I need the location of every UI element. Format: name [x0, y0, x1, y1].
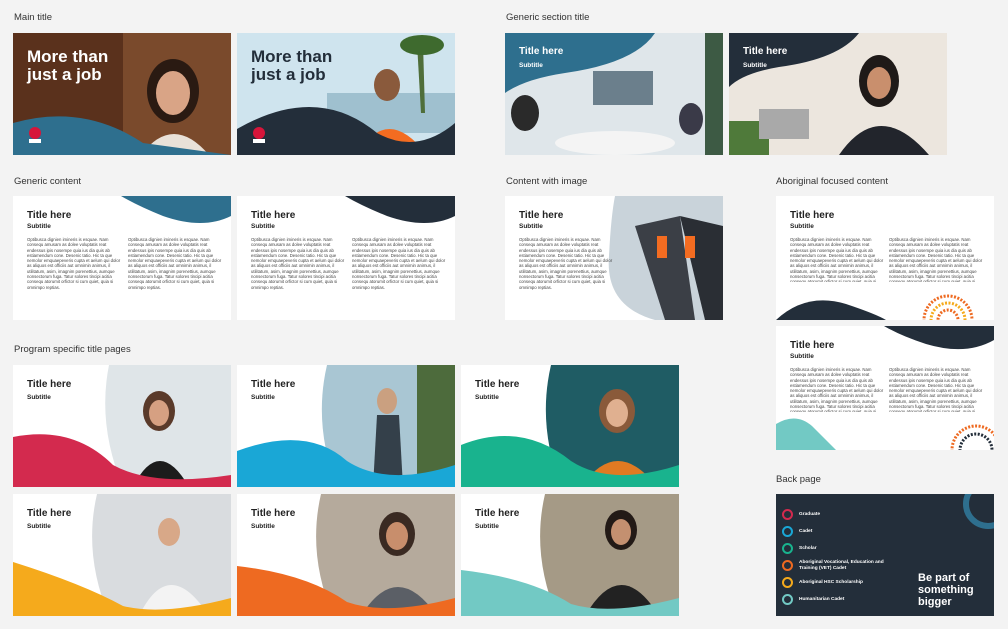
body-text-left: Optibusca dignien imineris is esquae. Na…: [251, 237, 345, 290]
body-text-right: Optibusca dignien imineris is esquae. Na…: [128, 237, 222, 290]
program-title-slide-aqua[interactable]: Title here Subtitle: [461, 494, 679, 616]
slide-subtitle: Subtitle: [790, 223, 814, 230]
tagline-line-2: something: [918, 584, 974, 596]
body-text-right: Optibusca dignien imineris is esquae. Na…: [889, 367, 983, 412]
main-title-headline-1: More than: [251, 47, 333, 66]
body-text-right: Optibusca dignien imineris is esquae. Na…: [352, 237, 446, 290]
tagline-line-3: bigger: [918, 596, 952, 608]
nsw-waratah-logo-icon: [253, 127, 265, 143]
slide-subtitle: Subtitle: [475, 394, 499, 401]
body-text-left: Optibusca dignien imineris is esquae. Na…: [27, 237, 121, 290]
slide-subtitle: Subtitle: [475, 523, 499, 530]
back-page-slide[interactable]: Graduate Cadet Scholar Aboriginal Vocati…: [776, 494, 994, 616]
program-title-slide-green[interactable]: Title here Subtitle: [461, 365, 679, 487]
slide-title: Title here: [27, 379, 72, 390]
slide-title: Title here: [743, 46, 788, 57]
slide-title: Title here: [519, 210, 564, 221]
content-with-image-slide[interactable]: Title here Subtitle Optibusca dignien im…: [505, 196, 723, 320]
program-list-item: Aboriginal Vocational, Education and Tra…: [782, 557, 889, 574]
slide-subtitle: Subtitle: [27, 523, 51, 530]
program-list: Graduate Cadet Scholar Aboriginal Vocati…: [782, 506, 889, 608]
slide-title: Title here: [251, 379, 296, 390]
program-list-item: Humanitarian Cadet: [782, 591, 889, 608]
slide-title: Title here: [475, 508, 520, 519]
slide-title: Title here: [519, 46, 564, 57]
ring-icon: [782, 577, 793, 588]
main-title-slide-2[interactable]: More than just a job: [237, 33, 455, 155]
section-label-generic-section-title: Generic section title: [506, 12, 590, 23]
body-text-right: Optibusca dignien imineris is esquae. Na…: [889, 237, 983, 282]
slide-title: Title here: [27, 508, 72, 519]
generic-content-slide-1[interactable]: Title here Subtitle Optibusca dignien im…: [13, 196, 231, 320]
aboriginal-content-slide-2[interactable]: Title here Subtitle Optibusca dignien im…: [776, 326, 994, 450]
section-title-slide-2[interactable]: Title here Subtitle: [729, 33, 947, 155]
slide-subtitle: Subtitle: [27, 223, 51, 230]
main-title-headline-1: More than: [27, 47, 109, 66]
slide-title: Title here: [251, 508, 296, 519]
section-label-back-page: Back page: [776, 474, 821, 485]
program-title-slide-yellow[interactable]: Title here Subtitle: [13, 494, 231, 616]
slide-subtitle: Subtitle: [519, 62, 543, 69]
main-title-headline-2: just a job: [27, 65, 102, 84]
generic-content-slide-2[interactable]: Title here Subtitle Optibusca dignien im…: [237, 196, 455, 320]
slide-subtitle: Subtitle: [519, 223, 543, 230]
program-title-slide-crimson[interactable]: Title here Subtitle: [13, 365, 231, 487]
program-list-item: Graduate: [782, 506, 889, 523]
section-label-program-specific: Program specific title pages: [14, 344, 131, 355]
section-label-aboriginal-focused: Aboriginal focused content: [776, 176, 888, 187]
slide-subtitle: Subtitle: [27, 394, 51, 401]
slide-subtitle: Subtitle: [790, 353, 814, 360]
section-label-generic-content: Generic content: [14, 176, 82, 187]
body-text-left: Optibusca dignien imineris is esquae. Na…: [519, 237, 613, 290]
section-label-main-title: Main title: [14, 12, 53, 23]
ring-icon: [782, 509, 793, 520]
main-title-headline-2: just a job: [251, 65, 326, 84]
slide-subtitle: Subtitle: [743, 62, 767, 69]
program-list-item: Scholar: [782, 540, 889, 557]
ring-icon: [782, 560, 793, 571]
ring-icon: [782, 594, 793, 605]
program-title-slide-orange[interactable]: Title here Subtitle: [237, 494, 455, 616]
slide-subtitle: Subtitle: [251, 223, 275, 230]
program-list-item: Aboriginal HSC Scholarship: [782, 574, 889, 591]
section-label-content-with-image: Content with image: [506, 176, 588, 187]
slide-title: Title here: [475, 379, 520, 390]
nsw-waratah-logo-icon: [29, 127, 41, 143]
body-text-left: Optibusca dignien imineris is esquae. Na…: [790, 367, 884, 412]
slide-title: Title here: [790, 340, 835, 351]
ring-icon: [782, 526, 793, 537]
section-title-slide-1[interactable]: Title here Subtitle: [505, 33, 723, 155]
program-title-slide-sky[interactable]: Title here Subtitle: [237, 365, 455, 487]
slide-subtitle: Subtitle: [251, 523, 275, 530]
program-list-item: Cadet: [782, 523, 889, 540]
aboriginal-content-slide-1[interactable]: Title here Subtitle Optibusca dignien im…: [776, 196, 994, 320]
slide-title: Title here: [251, 210, 296, 221]
slide-title: Title here: [27, 210, 72, 221]
body-text-left: Optibusca dignien imineris is esquae. Na…: [790, 237, 884, 282]
slide-title: Title here: [790, 210, 835, 221]
tagline-line-1: Be part of: [918, 572, 970, 584]
slide-subtitle: Subtitle: [251, 394, 275, 401]
ring-icon: [782, 543, 793, 554]
main-title-slide-1[interactable]: More than just a job: [13, 33, 231, 155]
